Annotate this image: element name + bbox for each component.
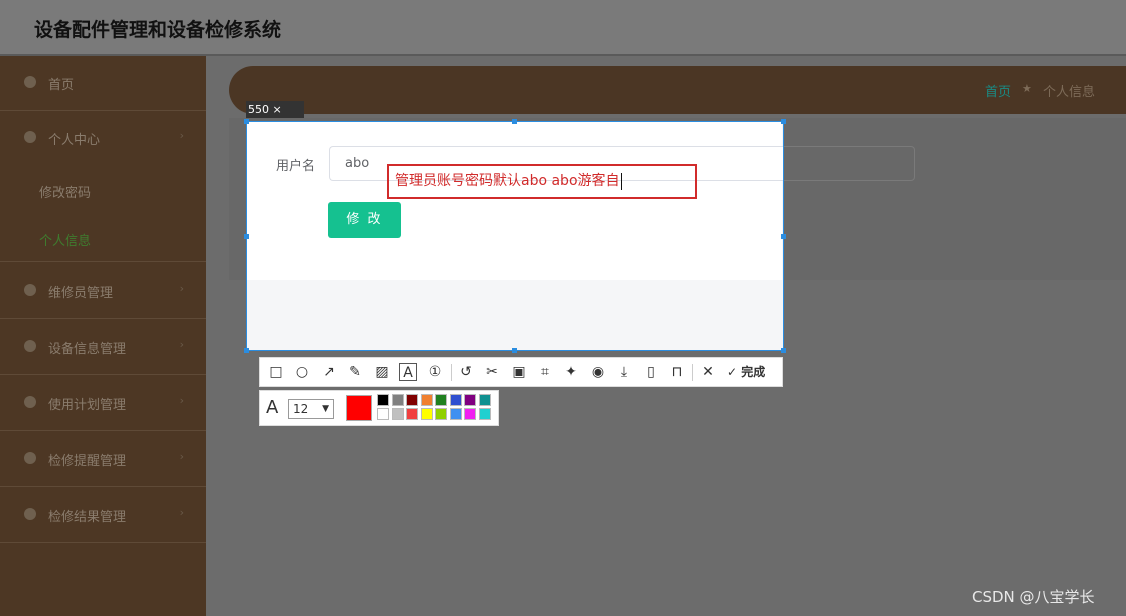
annotation-textbox[interactable]: 管理员账号密码默认abo abo游客自 [387,164,697,199]
color-swatch[interactable] [464,394,476,406]
sidebar-item-label: 个人中心 [48,133,101,148]
resize-handle[interactable] [512,348,517,353]
app-header: 设备配件管理和设备检修系统 [0,0,1126,56]
sidebar-subitem-label: 个人信息 [39,234,92,249]
app-title: 设备配件管理和设备检修系统 [34,19,282,41]
sidebar-item-equipment[interactable]: 设备信息管理 › [0,320,206,375]
doc-icon [24,508,36,520]
color-swatch[interactable] [449,394,462,406]
color-swatch[interactable] [391,408,404,420]
device-icon[interactable]: ▯ [642,363,660,381]
sidebar-item-label: 使用计划管理 [48,398,127,413]
pin-icon[interactable]: ✦ [562,363,580,381]
color-swatch[interactable] [435,394,447,406]
sidebar-item-repairer[interactable]: 维修员管理 › [0,264,206,319]
sidebar-item-home[interactable]: 首页 [0,56,206,111]
chevron-icon: › [179,450,184,463]
breadcrumb-current: 个人信息 [1043,85,1096,100]
sidebar-subitem-label: 修改密码 [39,186,92,201]
watermark: CSDN @八宝学长 [972,588,1095,606]
download-icon[interactable]: ⤓ [615,363,633,381]
pencil-tool-icon[interactable]: ✎ [346,363,364,381]
resize-handle[interactable] [781,119,786,124]
color-swatch[interactable] [406,408,418,420]
color-swatch[interactable] [478,394,491,406]
resize-handle[interactable] [244,234,249,239]
color-swatch[interactable] [478,408,491,420]
resize-handle[interactable] [781,348,786,353]
user-icon [24,396,36,408]
scroll-capture-icon[interactable]: ⌗ [536,363,554,381]
arrow-tool-icon[interactable]: ↗ [320,363,338,381]
username-input-overflow [783,146,915,181]
sidebar-item-repair-result[interactable]: 检修结果管理 › [0,488,206,543]
text-style-toolbar: A 12 ▼ [259,390,499,426]
toolbar-divider [451,364,452,381]
cut-icon[interactable]: ✂ [483,363,501,381]
text-caret [620,172,622,190]
resize-handle[interactable] [244,119,249,124]
user-icon [24,131,36,143]
mosaic-tool-icon[interactable]: ▨ [373,363,391,381]
sidebar-item-usage-plan[interactable]: 使用计划管理 › [0,376,206,431]
done-label: 完成 [741,365,766,379]
color-swatch[interactable] [435,408,447,420]
home-icon [24,76,36,88]
current-color-swatch[interactable] [346,395,372,421]
flag-icon [24,340,36,352]
chevron-icon: › [179,282,184,295]
chevron-icon: › [179,129,184,142]
color-swatch[interactable] [464,408,476,420]
undo-icon[interactable]: ↺ [457,363,475,381]
resize-handle[interactable] [781,234,786,239]
rectangle-tool-icon[interactable]: □ [267,363,285,381]
capture-toolbar: □ ○ ↗ ✎ ▨ A ① ↺ ✂ ▣ ⌗ ✦ ◉ ⤓ ▯ ⊓ ✕ ✓ 完成 [259,357,783,387]
sidebar-item-repair-reminder[interactable]: 检修提醒管理 › [0,432,206,487]
close-icon[interactable]: ✕ [699,363,717,381]
font-size-select[interactable]: 12 ▼ [288,399,334,419]
doc-icon [24,452,36,464]
ellipse-tool-icon[interactable]: ○ [293,363,311,381]
sidebar-item-personal-center[interactable]: 个人中心 › [0,111,206,166]
font-icon: A [266,397,279,418]
toolbar-divider [692,364,693,381]
breadcrumb-home[interactable]: 首页 [985,81,1011,100]
record-icon[interactable]: ◉ [589,363,607,381]
sidebar-item-label: 检修结果管理 [48,510,127,525]
resize-handle[interactable] [512,119,517,124]
username-label: 用户名 [276,159,316,174]
color-swatch[interactable] [377,408,389,420]
chevron-icon: › [179,506,184,519]
number-tool-icon[interactable]: ① [426,363,444,381]
annotation-text: 管理员账号密码默认abo abo游客自 [395,173,620,189]
sidebar-item-label: 设备信息管理 [48,342,127,357]
pin-icon [24,284,36,296]
font-size-value: 12 [293,402,309,416]
color-swatch[interactable] [391,394,404,406]
dropdown-arrow-icon: ▼ [322,404,329,414]
ocr-icon[interactable]: ▣ [510,363,528,381]
text-tool-icon[interactable]: A [399,363,417,381]
sidebar-item-label: 维修员管理 [48,286,114,301]
done-button[interactable]: ✓ 完成 [727,363,777,382]
check-icon: ✓ [727,365,738,379]
capture-size-label: 550 × 236 [246,101,304,133]
sidebar-item-label: 检修提醒管理 [48,454,127,469]
chevron-icon: › [179,338,184,351]
color-swatch[interactable] [377,394,389,406]
sidebar: 首页 个人中心 › 修改密码 个人信息 维修员管理 › 设备信息管理 › 使用计… [0,56,206,616]
breadcrumb-separator-icon: ★ [1022,82,1032,95]
resize-handle[interactable] [244,348,249,353]
color-swatch[interactable] [449,408,462,420]
save-button[interactable]: 修 改 [328,202,401,238]
sidebar-subitem-change-password[interactable]: 修改密码 [0,166,206,214]
sidebar-item-label: 首页 [48,78,75,93]
sidebar-subitem-personal-info[interactable]: 个人信息 [0,214,206,262]
color-swatch[interactable] [406,394,418,406]
bookmark-icon[interactable]: ⊓ [668,363,686,381]
color-swatch[interactable] [420,394,433,406]
chevron-icon: › [179,394,184,407]
color-swatch[interactable] [420,408,433,420]
